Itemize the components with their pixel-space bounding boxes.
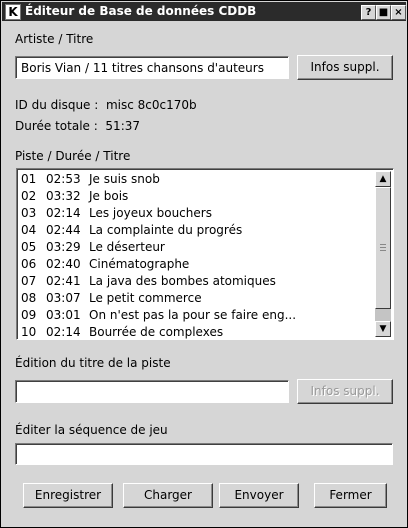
- track-number: 04: [21, 223, 37, 237]
- cddb-editor-window: K Éditeur de Base de données CDDB ? ■ × …: [0, 0, 408, 528]
- grip-line: [380, 247, 386, 248]
- play-sequence-label: Éditer la séquence de jeu: [15, 423, 168, 437]
- total-duration-caption: Durée totale :: [15, 119, 98, 133]
- track-title: On n'est pas la pour se faire eng...: [89, 308, 297, 322]
- track-number: 09: [21, 308, 37, 322]
- track-number: 01: [21, 172, 37, 186]
- track-row[interactable]: 06 02:40 Cinématographe: [21, 256, 373, 273]
- track-row[interactable]: 10 02:14 Bourrée de complexes: [21, 324, 373, 341]
- disc-id-value: misc 8c0c170b: [105, 98, 197, 112]
- track-title: Bourrée de complexes: [89, 325, 224, 339]
- track-duration: 02:14: [46, 206, 81, 220]
- track-title: Le déserteur: [89, 240, 165, 254]
- track-row[interactable]: 08 03:07 Le petit commerce: [21, 290, 373, 307]
- track-title: Je suis snob: [89, 172, 160, 186]
- track-number: 03: [21, 206, 37, 220]
- track-title: Les joyeux bouchers: [89, 206, 212, 220]
- track-duration: 02:40: [46, 257, 81, 271]
- disc-id-label: ID du disque : misc 8c0c170b: [15, 98, 197, 112]
- track-rows: 01 02:53 Je suis snob 02 03:32 Je bois 03 02:14…: [21, 171, 373, 341]
- help-button[interactable]: ?: [361, 5, 376, 20]
- load-button[interactable]: Charger: [123, 483, 213, 508]
- track-duration: 03:32: [46, 189, 81, 203]
- scroll-up-arrow-icon[interactable]: ▲: [375, 171, 391, 187]
- track-edit-label: Édition du titre de la piste: [15, 356, 171, 370]
- total-duration-label: Durée totale : 51:37: [15, 119, 140, 133]
- track-number: 10: [21, 325, 37, 339]
- close-button[interactable]: Fermer: [314, 483, 387, 508]
- track-duration: 02:44: [46, 223, 81, 237]
- disc-id-caption: ID du disque :: [15, 98, 99, 112]
- grip-line: [380, 250, 386, 251]
- window-title: Éditeur de Base de données CDDB: [25, 4, 257, 18]
- track-duration: 02:14: [46, 325, 81, 339]
- track-duration: 02:53: [46, 172, 81, 186]
- title-bar[interactable]: K Éditeur de Base de données CDDB ? ■ ×: [2, 2, 406, 21]
- track-duration: 03:07: [46, 291, 81, 305]
- track-title-input[interactable]: [15, 380, 289, 403]
- kde-app-icon[interactable]: K: [5, 4, 21, 20]
- track-title: La java des bombes atomiques: [89, 274, 276, 288]
- track-title: La complainte du progrés: [89, 223, 243, 237]
- track-number: 08: [21, 291, 37, 305]
- artist-title-input[interactable]: Boris Vian / 11 titres chansons d'auteur…: [15, 56, 289, 79]
- scroll-thumb[interactable]: [375, 187, 391, 309]
- track-list-scrollbar[interactable]: ▲ ▼: [375, 171, 391, 337]
- track-title: Le petit commerce: [89, 291, 202, 305]
- track-row[interactable]: 09 03:01 On n'est pas la pour se faire eng…: [21, 307, 373, 324]
- track-number: 05: [21, 240, 37, 254]
- scroll-down-arrow-icon[interactable]: ▼: [375, 321, 391, 337]
- track-number: 07: [21, 274, 37, 288]
- track-number: 06: [21, 257, 37, 271]
- artist-info-button[interactable]: Infos suppl.: [297, 55, 393, 80]
- send-button[interactable]: Envoyer: [219, 483, 299, 508]
- track-title: Cinématographe: [89, 257, 190, 271]
- track-row[interactable]: 02 03:32 Je bois: [21, 188, 373, 205]
- track-list-header: Piste / Durée / Titre: [15, 149, 131, 163]
- grip-line: [380, 244, 386, 245]
- track-row[interactable]: 01 02:53 Je suis snob: [21, 171, 373, 188]
- track-row[interactable]: 05 03:29 Le déserteur: [21, 239, 373, 256]
- total-duration-value: 51:37: [105, 119, 141, 133]
- track-row[interactable]: 04 02:44 La complainte du progrés: [21, 222, 373, 239]
- track-duration: 03:01: [46, 308, 81, 322]
- close-window-button[interactable]: ×: [391, 5, 406, 20]
- track-duration: 02:41: [46, 274, 81, 288]
- play-sequence-input[interactable]: [15, 443, 393, 465]
- track-info-button[interactable]: Infos suppl.: [297, 379, 393, 404]
- maximize-button[interactable]: ■: [376, 5, 391, 20]
- track-duration: 03:29: [46, 240, 81, 254]
- track-row[interactable]: 03 02:14 Les joyeux bouchers: [21, 205, 373, 222]
- track-number: 02: [21, 189, 37, 203]
- artist-title-label: Artiste / Titre: [15, 32, 94, 46]
- track-title: Je bois: [89, 189, 129, 203]
- track-row[interactable]: 07 02:41 La java des bombes atomiques: [21, 273, 373, 290]
- track-list[interactable]: 01 02:53 Je suis snob 02 03:32 Je bois 03 02:14…: [16, 168, 394, 340]
- save-button[interactable]: Enregistrer: [23, 483, 113, 508]
